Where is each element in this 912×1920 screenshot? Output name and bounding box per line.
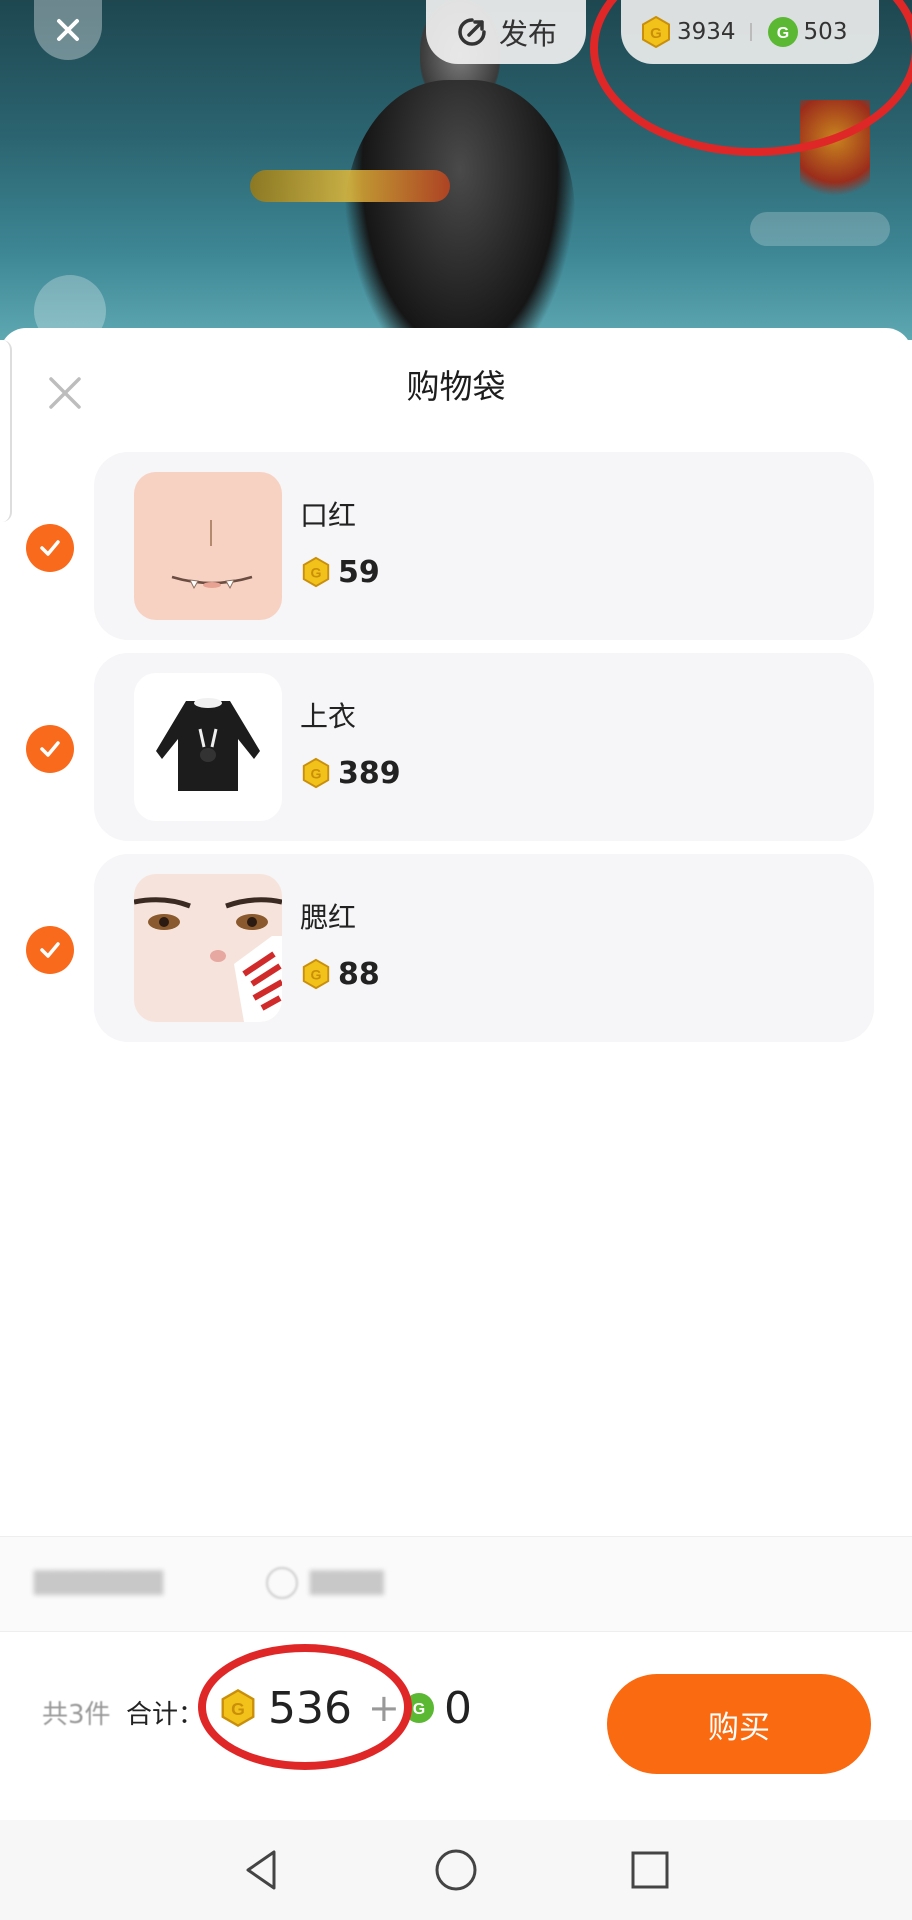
svg-text:G: G [311, 766, 322, 782]
back-nav-icon [246, 1850, 276, 1890]
item-price-value: 59 [338, 554, 380, 590]
avatar-preview [345, 80, 575, 340]
home-nav-button[interactable] [428, 1842, 484, 1898]
item-price: G 88 [300, 954, 380, 994]
svg-text:G: G [413, 1701, 425, 1718]
item-card[interactable]: 上衣 G 389 [94, 653, 874, 841]
item-card[interactable]: 腮红 G 88 [94, 854, 874, 1042]
item-name: 口红 [300, 499, 357, 532]
blush-thumbnail [134, 874, 282, 1022]
game-scene: 发布 G 3934 G 503 [0, 0, 912, 340]
item-count-label: 共3件 [42, 1700, 111, 1730]
close-icon [57, 19, 79, 41]
gold-coin-icon: G [302, 958, 330, 990]
item-name: 腮红 [300, 901, 357, 934]
item-price-value: 389 [338, 755, 401, 791]
buy-button[interactable]: 购买 [607, 1674, 871, 1774]
item-price: G 59 [300, 552, 380, 592]
item-checkbox[interactable] [26, 926, 74, 974]
cart-item: 口红 G 59 [0, 452, 912, 640]
sheet-title: 购物袋 [406, 367, 506, 406]
item-checkbox[interactable] [26, 725, 74, 773]
publish-button[interactable]: 发布 [426, 0, 586, 64]
checkout-footer: 共3件 合计： G 536 + G 0 购买 [0, 1632, 912, 1820]
blurred-option-text: ▇▇▇▇ [310, 1567, 384, 1595]
publish-label: 发布 [498, 17, 557, 51]
cart-item: 腮红 G 88 [0, 854, 912, 1042]
option-radio[interactable] [266, 1567, 298, 1599]
gold-coin-icon: G [302, 556, 330, 588]
item-card[interactable]: 口红 G 59 [94, 452, 874, 640]
checkmark-icon [40, 741, 60, 757]
green-total-value: 0 [444, 1682, 472, 1734]
home-nav-icon [435, 1849, 477, 1891]
checkmark-icon [40, 540, 60, 556]
item-checkbox[interactable] [26, 524, 74, 572]
item-name: 上衣 [300, 700, 357, 733]
system-navigation-bar [0, 1820, 912, 1920]
back-nav-button[interactable] [234, 1842, 290, 1898]
lipstick-thumbnail [134, 472, 282, 620]
publish-option-bar: ▇▇▇▇▇▇▇ ▇▇▇▇ [0, 1536, 912, 1632]
total-label: 合计： [126, 1700, 205, 1730]
svg-text:G: G [311, 565, 322, 581]
svg-text:G: G [311, 967, 322, 983]
cart-item: 上衣 G 389 [0, 653, 912, 841]
checkmark-icon [40, 942, 60, 958]
recents-nav-button[interactable] [622, 1842, 678, 1898]
blurred-badge [750, 212, 890, 246]
blurred-option-text: ▇▇▇▇▇▇▇ [34, 1567, 164, 1595]
scene-close-button[interactable] [34, 0, 102, 60]
annotation-circle-total [198, 1644, 412, 1770]
avatar-prop [250, 170, 450, 202]
side-drawer-tab[interactable] [0, 340, 12, 522]
publish-icon [458, 18, 486, 46]
top-thumbnail [134, 673, 282, 821]
green-total: G 0 [402, 1678, 472, 1738]
item-price-value: 88 [338, 956, 380, 992]
recents-nav-icon [631, 1851, 669, 1889]
gold-coin-icon: G [302, 757, 330, 789]
item-price: G 389 [300, 753, 401, 793]
